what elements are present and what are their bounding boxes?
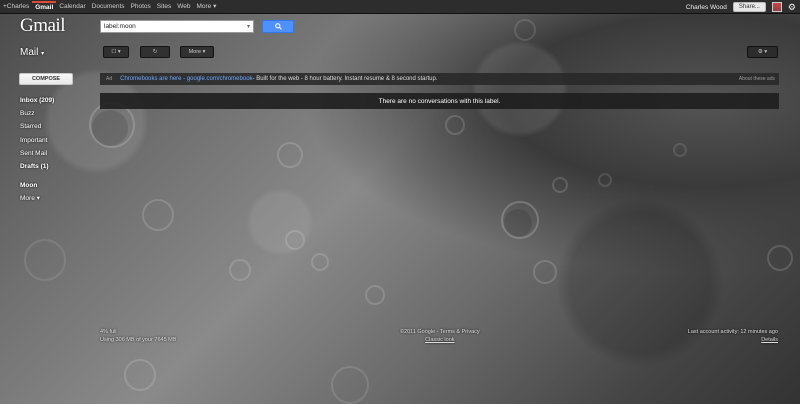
sidebar-item-starred[interactable]: Starred	[20, 120, 90, 133]
refresh-icon: ↻	[152, 49, 158, 55]
ad-link[interactable]: Chromebooks are here - google.com/chrome…	[120, 76, 252, 82]
mail-label: Mail	[20, 47, 39, 58]
gmail-logo[interactable]: Gmail	[20, 15, 66, 37]
sidebar-item-important[interactable]: Important	[20, 134, 90, 147]
topnav-web[interactable]: Web	[174, 0, 193, 14]
settings-button[interactable]: ⚙ ▾	[747, 46, 778, 58]
compose-button[interactable]: COMPOSE	[19, 73, 73, 85]
usage-percent: 4% full	[100, 329, 117, 335]
select-button[interactable]: ☐ ▾	[103, 46, 129, 58]
footer-links: ©2011 Google - Terms & Privacy Classic l…	[400, 328, 480, 344]
ad-tag: Ad	[106, 76, 113, 82]
last-activity: Last account activity: 12 minutes ago	[687, 329, 778, 335]
topnav-calendar[interactable]: Calendar	[56, 0, 88, 14]
checkbox-icon: ☐ ▾	[111, 49, 121, 55]
top-bar: +Charles Gmail Calendar Documents Photos…	[0, 0, 800, 14]
details-link[interactable]: Details	[688, 336, 778, 344]
topnav-plus-charles[interactable]: +Charles	[0, 0, 32, 14]
ad-message: - Built for the web - 8 hour battery. In…	[252, 76, 438, 82]
avatar[interactable]	[771, 2, 782, 12]
top-right: Charles Wood Share... ⚙	[686, 0, 796, 14]
sidebar: Inbox (209) Buzz Starred Important Sent …	[20, 94, 90, 206]
sidebar-item-more[interactable]: More ▾	[20, 192, 90, 205]
refresh-button[interactable]: ↻	[140, 46, 170, 58]
user-name[interactable]: Charles Wood	[686, 4, 727, 11]
search-icon	[274, 23, 282, 30]
gear-icon: ⚙ ▾	[757, 49, 768, 55]
ad-notice: Ad Chromebooks are here - google.com/chr…	[100, 73, 779, 85]
share-button[interactable]: Share...	[732, 2, 766, 12]
top-nav: +Charles Gmail Calendar Documents Photos…	[0, 0, 219, 13]
empty-conversation-message: There are no conversations with this lab…	[100, 93, 779, 109]
sidebar-item-inbox[interactable]: Inbox (209)	[20, 94, 90, 107]
search-query[interactable]: label:moon	[104, 23, 136, 30]
copyright-terms-privacy[interactable]: ©2011 Google - Terms & Privacy	[400, 328, 480, 336]
search-input[interactable]: label:moon ▾	[100, 20, 254, 33]
sidebar-item-drafts[interactable]: Drafts (1)	[20, 160, 90, 173]
sidebar-item-buzz[interactable]: Buzz	[20, 107, 90, 120]
about-ads-link[interactable]: About these ads	[739, 76, 775, 82]
account-activity: Last account activity: 12 minutes ago De…	[688, 328, 778, 344]
search-options-chevron-down-icon[interactable]: ▾	[247, 23, 250, 30]
gear-icon[interactable]: ⚙	[788, 2, 796, 13]
topnav-more[interactable]: More ▾	[193, 0, 219, 14]
classic-look-link[interactable]: Classic look	[400, 336, 480, 344]
topnav-photos[interactable]: Photos	[128, 0, 154, 14]
topnav-sites[interactable]: Sites	[154, 0, 174, 14]
search-button[interactable]	[262, 20, 294, 33]
more-button[interactable]: More ▾	[180, 46, 214, 58]
mail-dropdown[interactable]: Mail ▾	[20, 47, 44, 58]
sidebar-item-sent-mail[interactable]: Sent Mail	[20, 147, 90, 160]
topnav-gmail[interactable]: Gmail	[32, 0, 57, 13]
storage-usage: 4% full Using 306 MB of your 7645 MB	[100, 328, 176, 344]
topnav-documents[interactable]: Documents	[89, 0, 128, 14]
chevron-down-icon: ▾	[41, 51, 45, 57]
usage-detail: Using 306 MB of your 7645 MB	[100, 337, 177, 343]
sidebar-item-moon[interactable]: Moon	[20, 179, 90, 192]
